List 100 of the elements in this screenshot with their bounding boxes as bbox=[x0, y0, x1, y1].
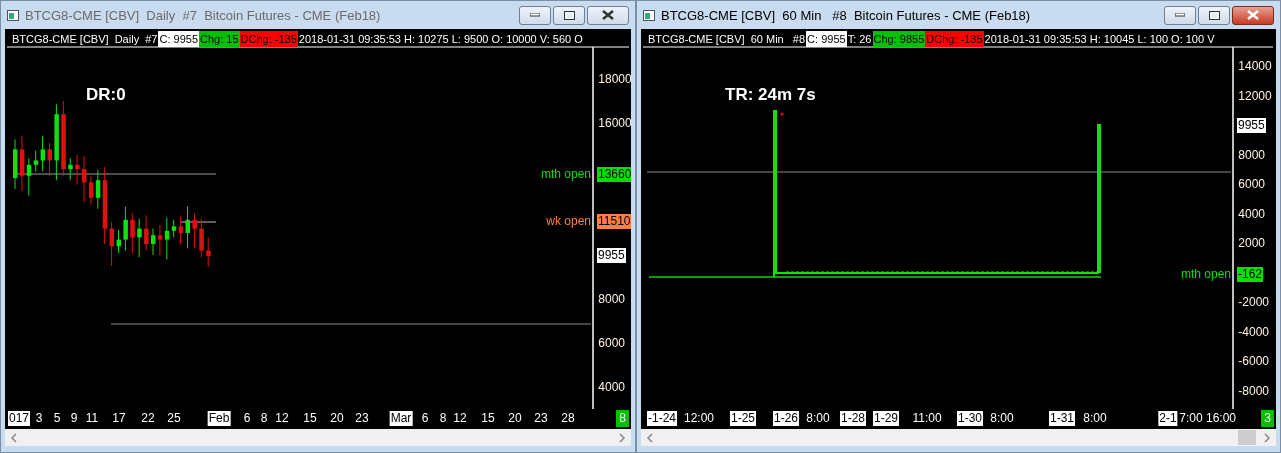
time-axis-label: Feb bbox=[207, 411, 231, 427]
time-axis-label: 1-31 bbox=[1049, 411, 1075, 427]
time-axis-label: 16:00 bbox=[1205, 411, 1237, 427]
quote-text: 2018-01-31 09:35:53 H: 10275 L: 9500 O: 10000 V: 560 O bbox=[297, 32, 584, 48]
maximize-button[interactable] bbox=[553, 5, 585, 25]
time-axis-label: 12:00 bbox=[683, 411, 715, 427]
time-axis-label: 23 bbox=[533, 411, 549, 427]
candlestick bbox=[206, 237, 211, 268]
price-level-label: mth open bbox=[1180, 267, 1231, 283]
time-axis-label: 8 bbox=[259, 411, 269, 427]
time-axis-label: 11:00 bbox=[911, 411, 943, 427]
time-axis-label: 15 bbox=[480, 411, 496, 427]
window-title: BTCG8-CME [CBV] Daily #7 Bitcoin Futures - CME (Feb18) bbox=[25, 7, 382, 23]
axis-tick-label: 12000 bbox=[1237, 88, 1272, 103]
scroll-right-icon[interactable] bbox=[1263, 432, 1271, 443]
time-axis-label: 8:00 bbox=[989, 411, 1015, 427]
time-axis-label: 20 bbox=[507, 411, 523, 427]
close-icon bbox=[1247, 10, 1259, 21]
close-button[interactable] bbox=[1232, 5, 1274, 25]
bar-count-badge: 3 bbox=[1261, 410, 1274, 428]
time-axis-label: 17 bbox=[111, 411, 127, 427]
time-axis-label: 5 bbox=[52, 411, 62, 427]
quote-text: 2018-01-31 09:35:53 H: 10045 L: 100 O: 100 V bbox=[983, 32, 1216, 48]
axis-tick-label: 6000 bbox=[1237, 177, 1266, 192]
quote-value: C: 9955 bbox=[806, 31, 847, 48]
horizontal-scrollbar[interactable] bbox=[641, 429, 1276, 446]
scroll-left-icon[interactable] bbox=[646, 432, 654, 443]
time-axis-label: 6 bbox=[242, 411, 252, 427]
axis-tick-label: -2000 bbox=[1237, 295, 1270, 310]
timer-label: DR:0 bbox=[86, 85, 126, 106]
timer-label: TR: 24m 7s bbox=[725, 85, 816, 106]
time-axis-label: 1-26 bbox=[773, 411, 799, 427]
time-axis-label: 1-29 bbox=[873, 411, 899, 427]
time-axis-label: 15 bbox=[302, 411, 318, 427]
time-axis-label: -1-24 bbox=[647, 411, 677, 427]
minimize-button[interactable] bbox=[1164, 5, 1196, 25]
quote-value: DChg: -135 bbox=[239, 31, 298, 48]
wk-open-line bbox=[180, 221, 217, 223]
minimize-icon bbox=[530, 13, 540, 18]
price-level-label: wk open bbox=[546, 214, 591, 230]
axis-tick-label: 16000 bbox=[597, 116, 631, 131]
window-title: BTCG8-CME [CBV] 60 Min #8 Bitcoin Futures - CME (Feb18) bbox=[661, 7, 1032, 23]
time-axis-label: 11 bbox=[84, 411, 100, 427]
candlestick bbox=[123, 206, 128, 252]
price-tag: 9955 bbox=[597, 248, 626, 264]
quote-text: BTCG8-CME [CBV] Daily #7 bbox=[11, 32, 159, 48]
time-axis-label: 8 bbox=[438, 411, 448, 427]
time-axis-label: 12 bbox=[274, 411, 290, 427]
axis-tick-label: 2000 bbox=[1237, 236, 1266, 251]
time-axis-label: 20 bbox=[329, 411, 345, 427]
time-axis-label: 1-30 bbox=[957, 411, 983, 427]
time-axis-label: 9 bbox=[69, 411, 79, 427]
candlestick bbox=[199, 218, 204, 259]
quote-value: Chg: 15 bbox=[199, 31, 240, 48]
price-tag: 9955 bbox=[1237, 118, 1266, 134]
axis-tick-label: -4000 bbox=[1237, 324, 1270, 339]
time-axis-label: 2-1 bbox=[1158, 411, 1178, 427]
time-axis-label: 25 bbox=[166, 411, 182, 427]
quote-value: C: 9955 bbox=[158, 31, 199, 48]
time-axis-label: 017 bbox=[8, 411, 30, 427]
axis-tick-label: 8000 bbox=[597, 292, 626, 307]
time-axis-label: 23 bbox=[354, 411, 370, 427]
price-tag: 11510 bbox=[597, 214, 631, 230]
axis-tick-label: -8000 bbox=[1237, 383, 1270, 398]
scroll-right-icon[interactable] bbox=[618, 432, 626, 443]
candlestick bbox=[192, 213, 197, 250]
time-axis-label: 3 bbox=[34, 411, 44, 427]
time-axis-label: 28 bbox=[560, 411, 576, 427]
time-axis-label: 7:00 bbox=[1178, 411, 1204, 427]
minimize-button[interactable] bbox=[519, 5, 551, 25]
price-tag: -162 bbox=[1237, 267, 1264, 283]
candlestick bbox=[130, 213, 135, 254]
time-axis-label: 1-28 bbox=[840, 411, 866, 427]
axis-tick-label: 14000 bbox=[1237, 59, 1272, 74]
candlestick bbox=[68, 158, 73, 182]
price-level-label: mth open bbox=[540, 166, 591, 182]
scroll-left-icon[interactable] bbox=[10, 432, 18, 443]
axis-tick-label: 6000 bbox=[597, 336, 626, 351]
axis-tick-label: 8000 bbox=[1237, 147, 1266, 162]
window-icon bbox=[7, 9, 19, 21]
time-axis-label: 6 bbox=[420, 411, 430, 427]
axis-tick-label: 4000 bbox=[597, 380, 626, 395]
axis-tick-label: -6000 bbox=[1237, 354, 1270, 369]
candlestick bbox=[137, 218, 142, 259]
bar-count-badge: 8 bbox=[616, 410, 629, 428]
time-axis-label: 1-25 bbox=[730, 411, 756, 427]
candlestick bbox=[75, 154, 80, 186]
scroll-thumb[interactable] bbox=[1238, 430, 1256, 446]
time-axis-label: 12 bbox=[452, 411, 468, 427]
close-button[interactable] bbox=[587, 5, 629, 25]
maximize-button[interactable] bbox=[1198, 5, 1230, 25]
axis-tick-label: 18000 bbox=[597, 72, 631, 87]
close-icon bbox=[602, 10, 614, 21]
time-axis-label: Mar bbox=[389, 411, 413, 427]
horizontal-scrollbar[interactable] bbox=[5, 429, 631, 446]
minimize-icon bbox=[1175, 13, 1185, 18]
quote-text: T: 26 bbox=[846, 32, 873, 48]
candlestick bbox=[144, 215, 149, 252]
time-axis-label: 8:00 bbox=[805, 411, 831, 427]
maximize-icon bbox=[1208, 10, 1220, 20]
